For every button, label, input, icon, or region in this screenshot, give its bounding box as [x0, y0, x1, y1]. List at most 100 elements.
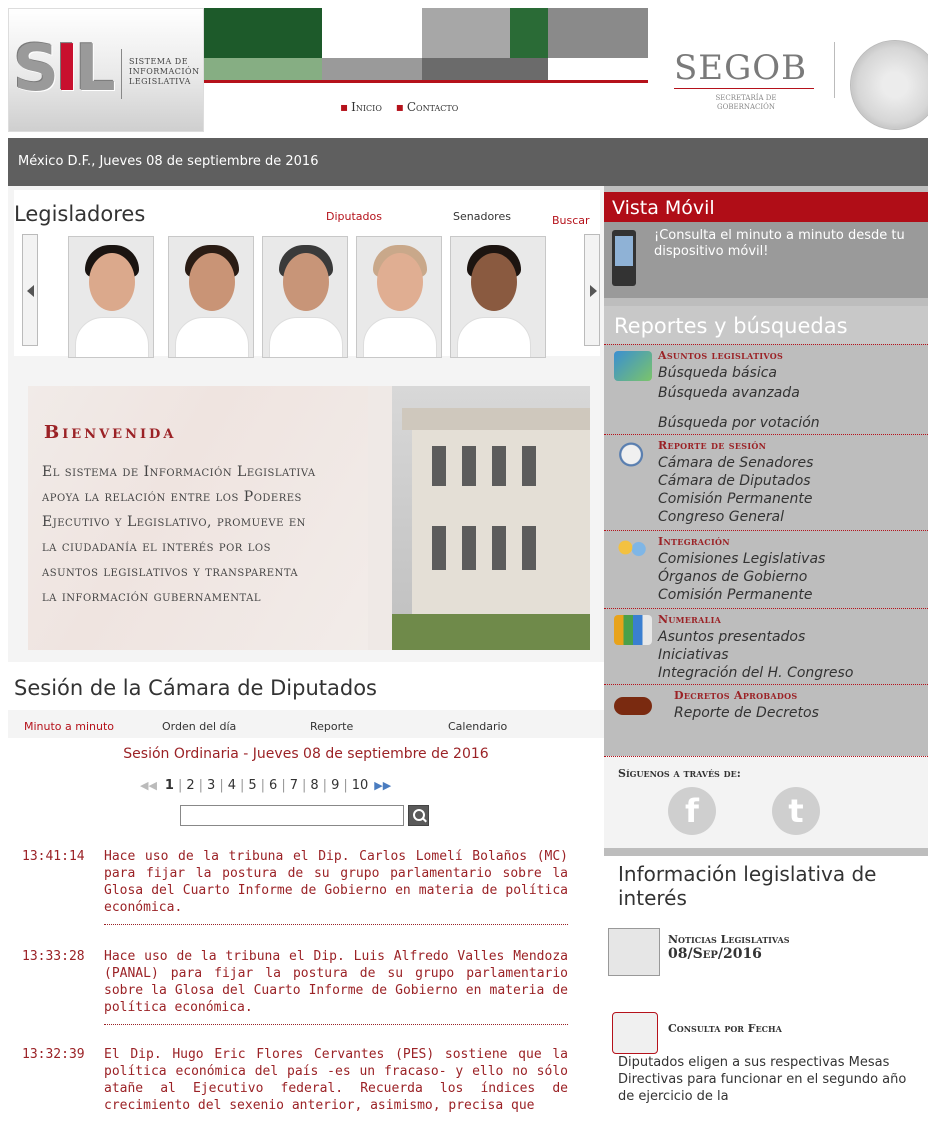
- segob-divider: [834, 42, 835, 98]
- tab-reporte[interactable]: Reporte: [310, 720, 353, 733]
- pager-prev-icon[interactable]: ◀◀: [140, 779, 157, 792]
- link-camara-diputados[interactable]: Cámara de Diputados: [658, 473, 811, 489]
- legislador-photo[interactable]: [68, 236, 154, 358]
- pager-page-3[interactable]: 3: [207, 778, 215, 793]
- header-block-green-dark: [204, 8, 322, 58]
- entry-time: 13:41:14: [22, 849, 85, 864]
- link-busqueda-avanzada[interactable]: Búsqueda avanzada: [658, 385, 800, 401]
- bienvenida-line: Ejecutivo y Legislativo, promueve en: [42, 514, 306, 530]
- rep-head-numeralia[interactable]: Numeralia: [658, 613, 721, 626]
- link-organos-gobierno[interactable]: Órganos de Gobierno: [658, 569, 807, 585]
- link-busqueda-votacion[interactable]: Búsqueda por votación: [658, 415, 820, 431]
- entry-divider: [104, 924, 568, 925]
- bienvenida-line: apoya la relación entre los Poderes: [42, 489, 302, 505]
- segob-rule: [674, 88, 814, 89]
- nav-contacto[interactable]: Contacto: [407, 100, 458, 114]
- search-button[interactable]: [408, 805, 429, 826]
- entry-divider: [104, 1024, 568, 1025]
- legislador-photo[interactable]: [168, 236, 254, 358]
- pager-page-10[interactable]: 10: [352, 778, 369, 793]
- pager-page-1[interactable]: 1: [165, 778, 174, 793]
- bienvenida-line: la ciudadanía el interés por los: [42, 539, 271, 555]
- bienvenida-banner: Bienvenida El sistema de Información Leg…: [28, 386, 590, 650]
- legislador-photo[interactable]: [356, 236, 442, 358]
- legislador-face: [471, 253, 517, 311]
- rep-head-reporte-sesion[interactable]: Reporte de sesión: [658, 439, 766, 452]
- pager-page-4[interactable]: 4: [228, 778, 236, 793]
- link-camara-senadores[interactable]: Cámara de Senadores: [658, 455, 813, 471]
- legislador-face: [189, 253, 235, 311]
- building-window: [432, 446, 446, 486]
- pager-page-7[interactable]: 7: [290, 778, 298, 793]
- bullet-icon: ▪: [340, 100, 349, 114]
- header-block-gray-right: [548, 8, 648, 58]
- tab-diputados[interactable]: Diputados: [326, 210, 382, 223]
- pager-page-9[interactable]: 9: [331, 778, 339, 793]
- header-block-gray: [422, 8, 510, 58]
- building-window: [492, 526, 506, 570]
- carousel-next-button[interactable]: [584, 234, 600, 346]
- national-seal-icon: [850, 40, 928, 130]
- rep-group-integracion: Integración Comisiones Legislativas Órga…: [604, 530, 928, 608]
- building-window: [522, 526, 536, 570]
- legislador-photo[interactable]: [450, 236, 546, 358]
- book-stack-icon: [614, 351, 652, 381]
- link-busqueda-basica[interactable]: Búsqueda básica: [658, 365, 777, 381]
- tab-senadores[interactable]: Senadores: [453, 210, 511, 223]
- legislador-shirt: [175, 317, 249, 357]
- date-bar: México D.F., Jueves 08 de septiembre de …: [8, 138, 928, 186]
- legislador-photo[interactable]: [262, 236, 348, 358]
- legislador-shirt: [457, 317, 531, 357]
- rep-head-decretos[interactable]: Decretos Aprobados: [674, 689, 798, 702]
- sesion-tabs: Minuto a minuto Orden del día Reporte Ca…: [8, 710, 604, 738]
- rep-group-decretos: Decretos Aprobados Reporte de Decretos: [604, 684, 928, 756]
- pager-page-5[interactable]: 5: [248, 778, 256, 793]
- logo-divider: [121, 49, 122, 99]
- pager-page-2[interactable]: 2: [186, 778, 194, 793]
- entry-time: 13:32:39: [22, 1047, 85, 1062]
- carousel-prev-button[interactable]: [22, 234, 38, 346]
- consulta-por-fecha-link[interactable]: Consulta por Fecha: [668, 1022, 782, 1035]
- tab-calendario[interactable]: Calendario: [448, 720, 507, 733]
- nav-inicio[interactable]: Inicio: [351, 100, 382, 114]
- link-comision-permanente[interactable]: Comisión Permanente: [658, 491, 812, 507]
- garden: [392, 614, 590, 650]
- bullet-icon: ▪: [395, 100, 404, 114]
- sidebar: Vista Móvil ¡Consulta el minuto a minuto…: [604, 186, 928, 1125]
- link-asuntos-presentados[interactable]: Asuntos presentados: [658, 629, 805, 645]
- rep-head-asuntos[interactable]: Asuntos legislativos: [658, 349, 783, 362]
- rep-head-integracion[interactable]: Integración: [658, 535, 730, 548]
- sesion-search-input[interactable]: [180, 805, 404, 826]
- twitter-icon[interactable]: t: [772, 787, 820, 835]
- mobile-phone-icon: [612, 230, 636, 286]
- entry-time: 13:33:28: [22, 949, 85, 964]
- segob-logo[interactable]: SEGOB SECRETARÍA DE GOBERNACIÓN: [648, 8, 848, 132]
- tab-orden-del-dia[interactable]: Orden del día: [162, 720, 236, 733]
- tab-buscar[interactable]: Buscar: [552, 214, 590, 227]
- noticias-date: 08/Sep/2016: [668, 946, 762, 962]
- building-roof: [402, 408, 590, 430]
- current-date: México D.F., Jueves 08 de septiembre de …: [18, 154, 319, 169]
- link-integracion-congreso[interactable]: Integración del H. Congreso: [658, 665, 853, 681]
- link-iniciativas[interactable]: Iniciativas: [658, 647, 729, 663]
- noticias-label: Noticias Legislativas: [668, 933, 790, 946]
- facebook-icon[interactable]: f: [668, 787, 716, 835]
- pager-page-6[interactable]: 6: [269, 778, 277, 793]
- sil-logo[interactable]: SIL SISTEMA DE INFORMACIÓN LEGISLATIVA: [8, 8, 204, 132]
- vista-movil-text: ¡Consulta el minuto a minuto desde tu di…: [654, 228, 905, 259]
- vista-movil-title: Vista Móvil: [612, 197, 715, 219]
- noticias-legislativas-link[interactable]: Noticias Legislativas 08/Sep/2016: [668, 932, 790, 962]
- pager-separator: |: [198, 778, 204, 793]
- entry-text: Hace uso de la tribuna el Dip. Carlos Lo…: [104, 849, 568, 915]
- pager-page-8[interactable]: 8: [310, 778, 318, 793]
- link-comision-permanente-integracion[interactable]: Comisión Permanente: [658, 587, 812, 603]
- pager-next-icon[interactable]: ▶▶: [374, 779, 391, 792]
- header-nav: ▪ Inicio ▪ Contacto: [340, 100, 468, 114]
- link-comisiones-legislativas[interactable]: Comisiones Legislativas: [658, 551, 825, 567]
- vista-movil-link[interactable]: ¡Consulta el minuto a minuto desde tu di…: [604, 222, 928, 298]
- tab-minuto-a-minuto[interactable]: Minuto a minuto: [24, 720, 114, 733]
- link-reporte-decretos[interactable]: Reporte de Decretos: [674, 705, 819, 721]
- info-legislativa-text: Diputados eligen a sus respectivas Mesas…: [618, 1055, 907, 1104]
- main-column: Legisladores Diputados Senadores Buscar: [8, 186, 604, 1125]
- link-congreso-general[interactable]: Congreso General: [658, 509, 784, 525]
